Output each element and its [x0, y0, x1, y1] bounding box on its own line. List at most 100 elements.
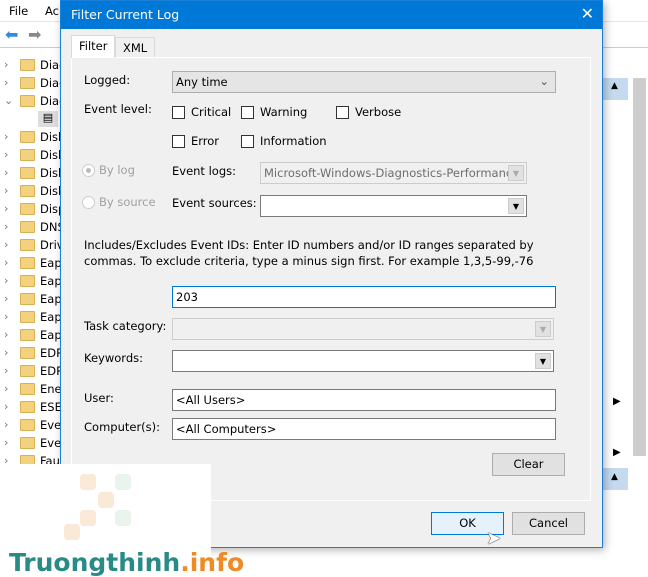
chevron-right-icon[interactable]: ›	[4, 274, 8, 287]
warning-checkbox[interactable]	[241, 106, 254, 119]
folder-icon	[20, 95, 35, 107]
tab-filter[interactable]: Filter	[71, 35, 116, 58]
back-arrow-icon[interactable]: ⬅	[5, 25, 18, 44]
chevron-right-icon[interactable]: ›	[4, 220, 8, 233]
chevron-right-icon[interactable]: ›	[4, 418, 8, 431]
by-source-radio[interactable]	[82, 196, 95, 209]
chevron-right-icon[interactable]: ›	[4, 184, 8, 197]
tree-item-label: Eve	[40, 436, 62, 450]
tree-item-label: EDP	[40, 364, 62, 378]
chevron-down-icon: ⌄	[539, 74, 549, 88]
filter-panel: Logged: Any time ⌄ Event level: Critical…	[71, 57, 591, 501]
menu-file[interactable]: File	[9, 4, 28, 18]
chevron-right-icon[interactable]: ›	[4, 148, 8, 161]
chevron-right-icon[interactable]: ›	[4, 382, 8, 395]
submenu-arrow-icon[interactable]: ▶	[613, 396, 621, 407]
tree-item-label: Disk	[40, 166, 62, 180]
task-category-label: Task category:	[84, 319, 167, 333]
tree-item[interactable]: › ESE	[0, 398, 62, 416]
tree-item[interactable]: › Diag	[0, 56, 62, 74]
tree-item[interactable]: › Disk	[0, 182, 62, 200]
tree-item[interactable]: ⌄ Diag	[0, 92, 62, 110]
folder-icon	[20, 347, 35, 359]
folder-icon	[20, 275, 35, 287]
computer-label: Computer(s):	[84, 420, 161, 434]
chevron-right-icon[interactable]: ›	[4, 328, 8, 341]
tree-item[interactable]: › Disk	[0, 164, 62, 182]
tree-item[interactable]: › DNS	[0, 218, 62, 236]
chevron-right-icon[interactable]: ›	[4, 436, 8, 449]
submenu-arrow-icon[interactable]: ▶	[613, 447, 621, 458]
folder-icon	[20, 437, 35, 449]
by-log-radio[interactable]	[82, 164, 95, 177]
tree-item[interactable]: ▤	[0, 110, 62, 128]
by-log-label: By log	[99, 163, 135, 177]
chevron-right-icon[interactable]: ›	[4, 58, 8, 71]
tree-item[interactable]: › Eve	[0, 434, 62, 452]
chevron-right-icon[interactable]: ›	[4, 238, 8, 251]
tree-item[interactable]: › Diag	[0, 74, 62, 92]
folder-icon	[20, 149, 35, 161]
tree-item[interactable]: › Driv	[0, 236, 62, 254]
chevron-right-icon[interactable]: ›	[4, 256, 8, 269]
task-category-select[interactable]: ▼	[172, 318, 554, 340]
tree-item-label: Disk	[40, 148, 62, 162]
information-label: Information	[260, 134, 327, 148]
tree-item[interactable]: › Disp	[0, 200, 62, 218]
tree-item-label: Eap	[40, 274, 62, 288]
title-bar: Filter Current Log ✕	[61, 1, 602, 29]
information-checkbox[interactable]	[241, 135, 254, 148]
chevron-down-icon[interactable]: ⌄	[4, 94, 13, 107]
verbose-checkbox[interactable]	[336, 106, 349, 119]
event-logs-label: Event logs:	[172, 164, 236, 178]
cancel-button[interactable]: Cancel	[512, 512, 585, 535]
error-checkbox[interactable]	[172, 135, 185, 148]
tree-item[interactable]: › EDP	[0, 362, 62, 380]
chevron-right-icon[interactable]: ›	[4, 346, 8, 359]
user-label: User:	[84, 391, 114, 405]
folder-icon	[20, 131, 35, 143]
tree-item[interactable]: › Eap	[0, 272, 62, 290]
forward-arrow-icon[interactable]: ➡	[28, 25, 41, 44]
tree-item-label: Eap	[40, 292, 62, 306]
chevron-right-icon[interactable]: ›	[4, 310, 8, 323]
scrollbar[interactable]	[633, 78, 646, 456]
tree-item[interactable]: › Ene	[0, 380, 62, 398]
tree-item[interactable]: › Disk	[0, 128, 62, 146]
keywords-select[interactable]: ▼	[172, 350, 554, 372]
warning-label: Warning	[260, 105, 308, 119]
actions-header[interactable]: ▲	[603, 468, 628, 490]
logged-select[interactable]: Any time ⌄	[172, 71, 556, 93]
tree-item[interactable]: › Eap	[0, 308, 62, 326]
event-sources-label: Event sources:	[172, 196, 257, 210]
collapse-icon: ▲	[611, 472, 618, 482]
menu-action[interactable]: Ac	[45, 4, 59, 18]
tree-item-label: DNS	[40, 220, 62, 234]
chevron-right-icon[interactable]: ›	[4, 400, 8, 413]
chevron-right-icon[interactable]: ›	[4, 76, 8, 89]
tree-item-label: Driv	[40, 238, 62, 252]
tree-item-label: Eap	[40, 310, 62, 324]
tree-item[interactable]: › Eap	[0, 326, 62, 344]
event-sources-select[interactable]: ▼	[260, 195, 527, 217]
close-icon[interactable]: ✕	[581, 4, 594, 23]
user-input[interactable]: <All Users>	[172, 389, 556, 411]
chevron-right-icon[interactable]: ›	[4, 364, 8, 377]
event-ids-input[interactable]: 203	[172, 286, 556, 308]
actions-header[interactable]: ▲	[603, 78, 628, 100]
chevron-right-icon[interactable]: ›	[4, 166, 8, 179]
computer-input[interactable]: <All Computers>	[172, 418, 556, 440]
clear-button[interactable]: Clear	[492, 453, 565, 476]
tab-xml[interactable]: XML	[115, 37, 156, 58]
tree-item-label: Eap	[40, 256, 62, 270]
chevron-right-icon[interactable]: ›	[4, 292, 8, 305]
event-logs-select[interactable]: Microsoft-Windows-Diagnostics-Performanc…	[260, 162, 527, 184]
tree-item[interactable]: › Eap	[0, 254, 62, 272]
tree-item[interactable]: › EDP	[0, 344, 62, 362]
tree-item[interactable]: › Eap	[0, 290, 62, 308]
chevron-right-icon[interactable]: ›	[4, 202, 8, 215]
tree-item[interactable]: › Eve	[0, 416, 62, 434]
tree-item[interactable]: › Disk	[0, 146, 62, 164]
critical-checkbox[interactable]	[172, 106, 185, 119]
chevron-right-icon[interactable]: ›	[4, 130, 8, 143]
